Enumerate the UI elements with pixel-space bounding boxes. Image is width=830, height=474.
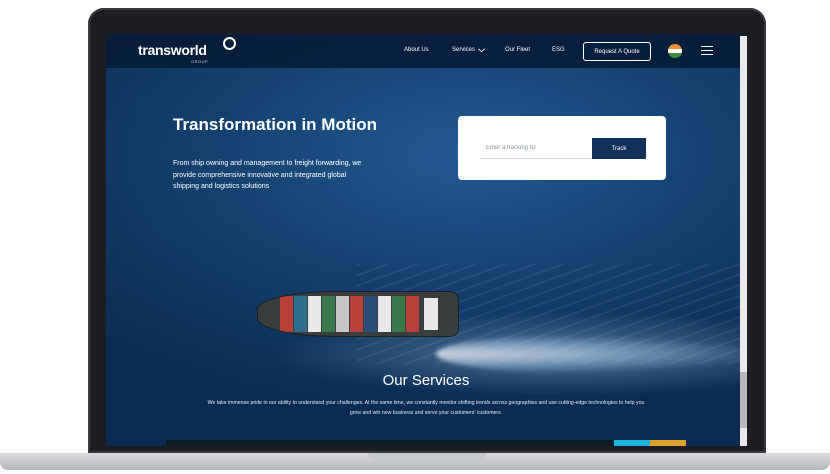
request-quote-button[interactable]: Request A Quote: [583, 42, 651, 61]
services-title: Our Services: [382, 372, 470, 389]
service-card-cyan[interactable]: [614, 440, 650, 446]
scrollbar-thumb[interactable]: [740, 372, 747, 428]
chevron-down-icon: [478, 47, 485, 52]
website-screen: transworld GROUP About Us Services Our F…: [106, 34, 746, 446]
ship-wake: [436, 334, 746, 374]
track-button[interactable]: Track: [592, 138, 646, 159]
hero-description: From ship owning and management to freig…: [173, 160, 362, 191]
service-card-orange[interactable]: [650, 440, 686, 446]
nav-services-label: Services: [452, 47, 476, 53]
scrollbar[interactable]: [740, 36, 747, 446]
navbar: transworld GROUP About Us Services Our F…: [106, 34, 746, 68]
nav-esg[interactable]: ESG: [552, 47, 565, 53]
nav-our-fleet[interactable]: Our Fleet: [505, 47, 530, 53]
brand-logo[interactable]: transworld: [138, 42, 207, 58]
logo-mark-icon: [223, 37, 236, 50]
service-card-image[interactable]: [166, 440, 614, 446]
tracking-id-input[interactable]: [480, 138, 592, 159]
hamburger-menu-icon[interactable]: [701, 46, 713, 58]
hero-title: Transformation in Motion: [173, 115, 377, 134]
brand-name: transworld: [138, 42, 207, 58]
nav-about-us[interactable]: About Us: [404, 47, 429, 53]
services-description: We take immense pride in our ability to …: [207, 400, 645, 416]
container-ship-image: [258, 292, 458, 336]
nav-services[interactable]: Services: [452, 47, 485, 53]
india-flag-icon[interactable]: [668, 44, 682, 58]
laptop-notch: [368, 453, 486, 462]
tracking-card: Track: [458, 116, 666, 180]
brand-sub: GROUP: [191, 59, 209, 64]
